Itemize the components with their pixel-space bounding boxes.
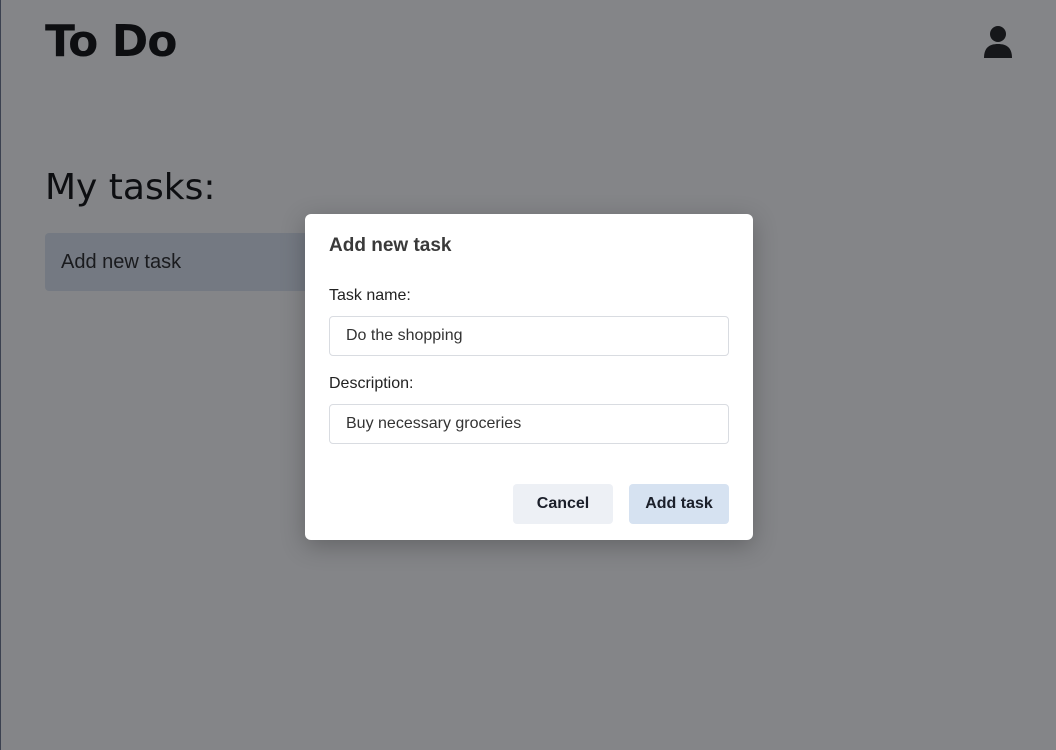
dialog-title: Add new task — [329, 235, 452, 256]
description-label: Description: — [329, 375, 414, 392]
task-name-input[interactable] — [329, 316, 729, 356]
description-input[interactable] — [329, 404, 729, 444]
window-edge — [0, 0, 1, 750]
task-name-label: Task name: — [329, 287, 411, 304]
cancel-button[interactable]: Cancel — [513, 484, 613, 524]
add-task-dialog: Add new task Task name: Description: Can… — [305, 214, 753, 540]
add-task-button[interactable]: Add task — [629, 484, 729, 524]
